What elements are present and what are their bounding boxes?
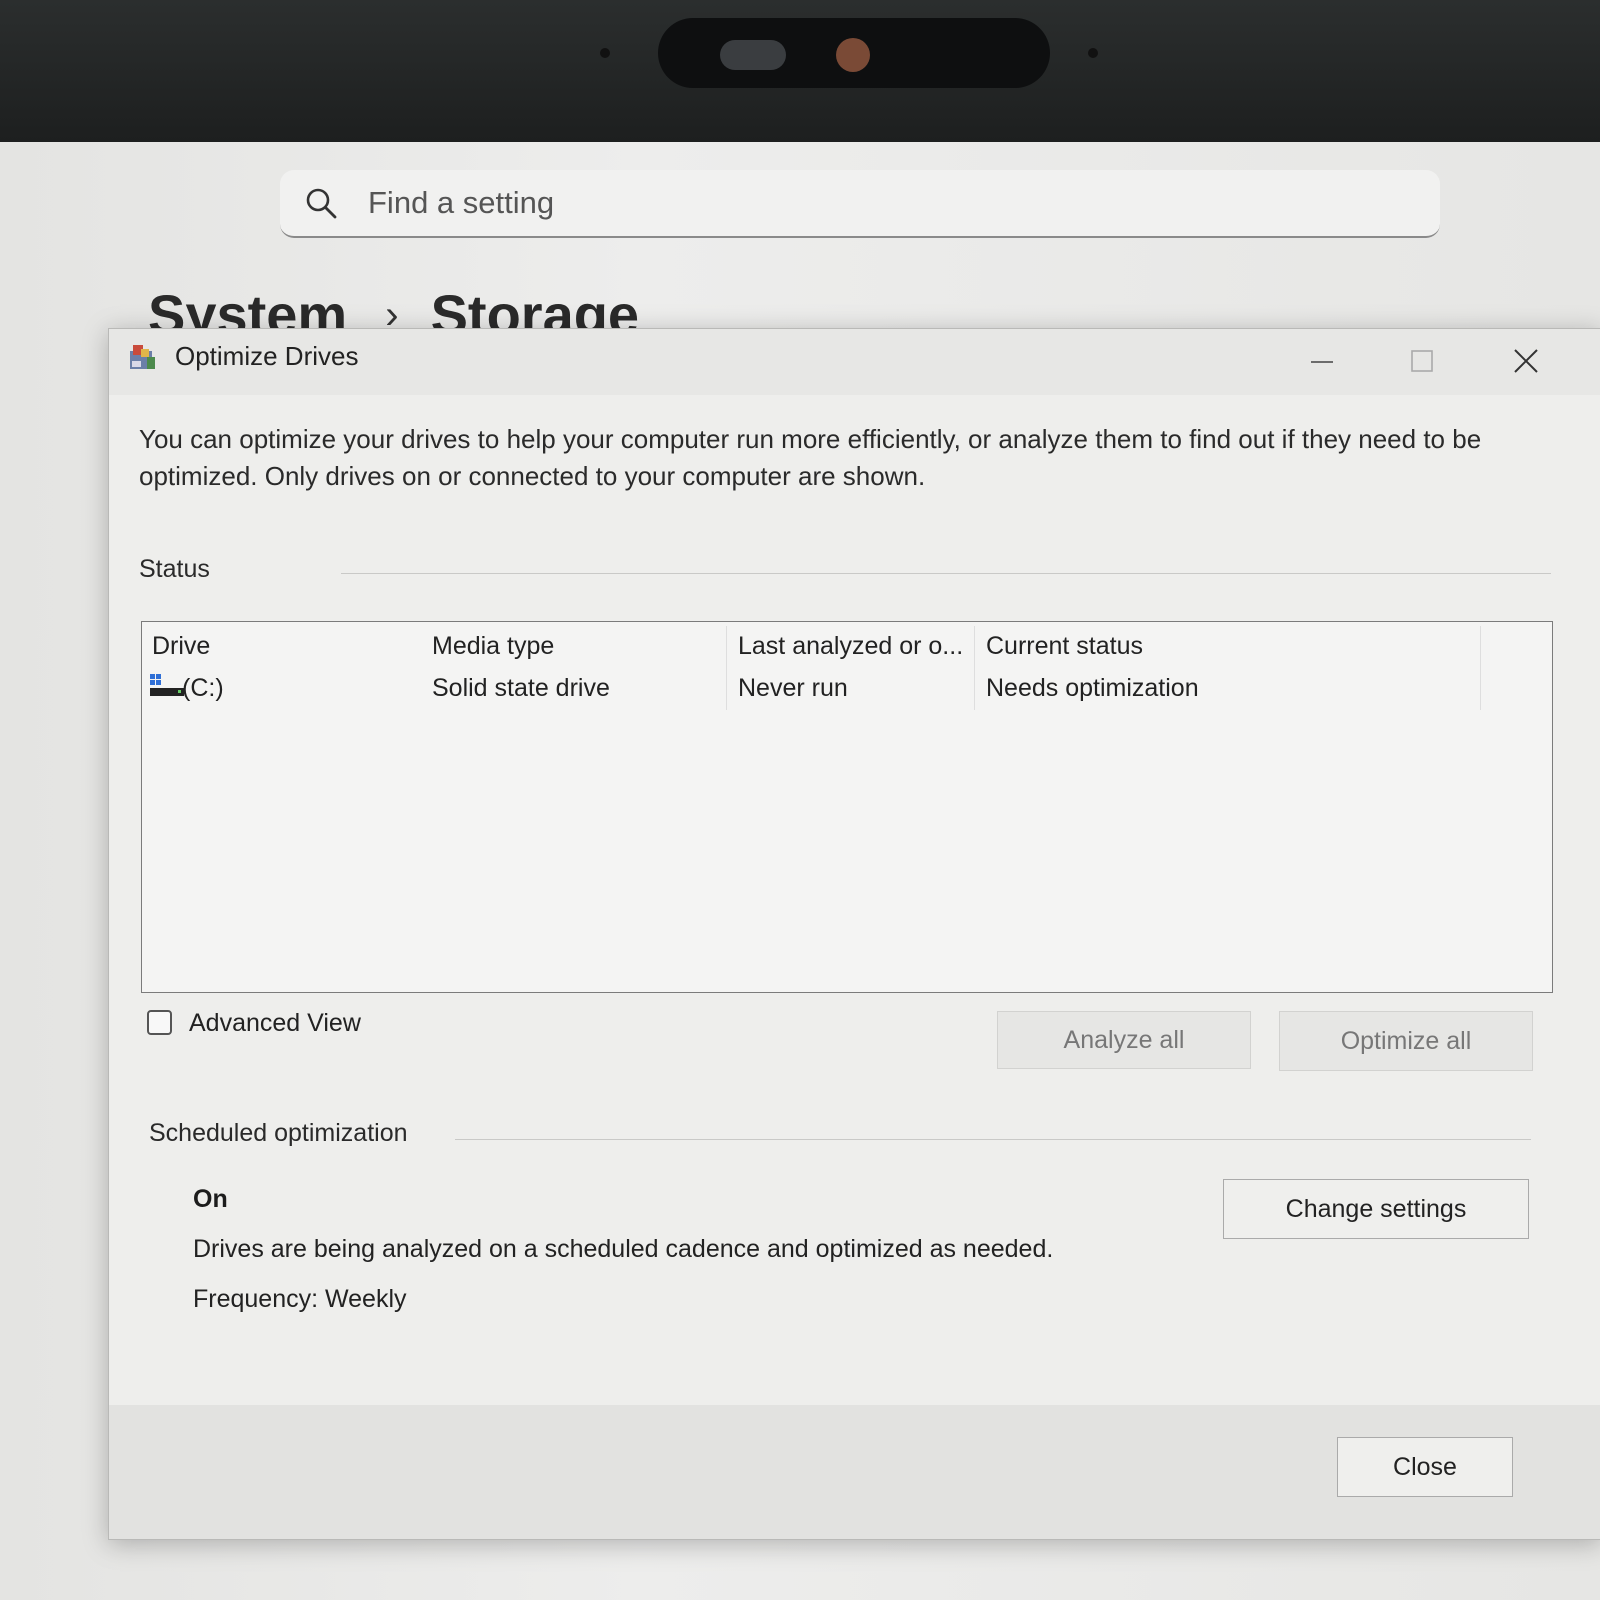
drive-icon bbox=[150, 674, 184, 696]
drives-list[interactable]: Drive Media type Last analyzed or o... C… bbox=[141, 621, 1553, 993]
drive-current-status: Needs optimization bbox=[986, 674, 1199, 702]
schedule-state: On bbox=[193, 1185, 228, 1213]
column-header-current-status[interactable]: Current status bbox=[986, 632, 1143, 661]
advanced-view-checkbox[interactable] bbox=[147, 1010, 172, 1035]
advanced-view-label[interactable]: Advanced View bbox=[189, 1009, 361, 1038]
scheduled-optimization-label: Scheduled optimization bbox=[149, 1119, 408, 1147]
optimize-all-button[interactable]: Optimize all bbox=[1279, 1011, 1533, 1071]
dialog-footer: Close bbox=[109, 1405, 1600, 1539]
breadcrumb-storage: Storage bbox=[430, 283, 640, 330]
sensor-dot bbox=[600, 48, 610, 58]
scheduled-divider bbox=[455, 1139, 1531, 1140]
close-window-button[interactable] bbox=[1481, 333, 1571, 389]
status-group-label: Status bbox=[139, 555, 210, 583]
schedule-description: Drives are being analyzed on a scheduled… bbox=[193, 1235, 1054, 1263]
column-header-last-analyzed[interactable]: Last analyzed or o... bbox=[738, 632, 963, 661]
sensor-dot bbox=[1088, 48, 1098, 58]
column-header-media-type[interactable]: Media type bbox=[432, 632, 554, 661]
drive-name: (C:) bbox=[182, 674, 224, 702]
table-row[interactable]: (C:) Solid state drive Never run Needs o… bbox=[142, 668, 1552, 710]
laptop-bezel bbox=[0, 0, 1600, 142]
settings-search-box[interactable] bbox=[280, 170, 1440, 238]
camera-indicator bbox=[836, 38, 870, 72]
minimize-button[interactable] bbox=[1277, 333, 1367, 389]
schedule-frequency: Frequency: Weekly bbox=[193, 1285, 407, 1313]
analyze-all-button[interactable]: Analyze all bbox=[997, 1011, 1251, 1069]
column-header-drive[interactable]: Drive bbox=[152, 632, 210, 661]
optimize-drives-dialog: Optimize Drives You can optimize your dr… bbox=[108, 328, 1600, 1540]
camera-lens bbox=[720, 40, 786, 70]
drives-list-header: Drive Media type Last analyzed or o... C… bbox=[142, 622, 1552, 710]
defrag-app-icon bbox=[130, 345, 155, 369]
maximize-icon bbox=[1411, 350, 1433, 372]
search-input[interactable] bbox=[366, 182, 1370, 224]
breadcrumb-separator: › bbox=[385, 293, 399, 330]
close-icon bbox=[1514, 349, 1538, 373]
breadcrumb-system[interactable]: System bbox=[148, 282, 347, 330]
close-button[interactable]: Close bbox=[1337, 1437, 1513, 1497]
maximize-button[interactable] bbox=[1377, 333, 1467, 389]
status-divider bbox=[341, 573, 1551, 574]
drive-last-analyzed: Never run bbox=[738, 674, 848, 702]
minimize-icon bbox=[1311, 361, 1333, 363]
drive-media-type: Solid state drive bbox=[432, 674, 610, 702]
breadcrumb: System › Storage bbox=[148, 282, 639, 330]
dialog-titlebar[interactable]: Optimize Drives bbox=[109, 329, 1600, 395]
intro-text: You can optimize your drives to help you… bbox=[139, 424, 1482, 491]
search-icon bbox=[306, 188, 337, 219]
dialog-title: Optimize Drives bbox=[175, 341, 359, 371]
change-settings-button[interactable]: Change settings bbox=[1223, 1179, 1529, 1239]
